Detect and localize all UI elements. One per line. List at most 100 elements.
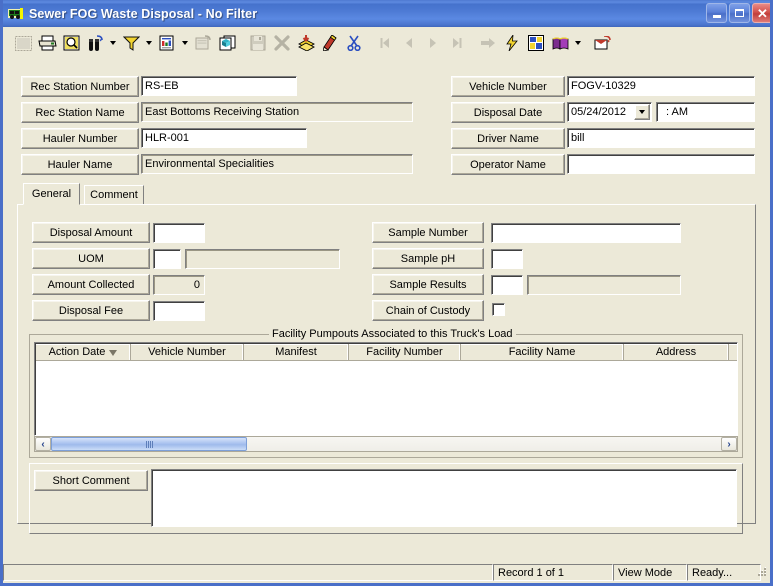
window-controls: ✕ <box>706 3 770 23</box>
scrollbar-track[interactable] <box>247 437 721 451</box>
sample-results-code-input[interactable] <box>491 275 523 295</box>
grid-column-address[interactable]: Address <box>624 344 729 361</box>
next-record-icon[interactable] <box>421 31 445 55</box>
facility-pumpouts-grid[interactable]: Action Date Vehicle Number Manifest Faci… <box>34 342 738 436</box>
scrollbar-grip-icon <box>145 440 153 448</box>
sample-number-label[interactable]: Sample Number <box>372 222 484 243</box>
sample-results-label[interactable]: Sample Results <box>372 274 484 295</box>
scroll-right-glyph: › <box>727 438 731 450</box>
find-icon[interactable] <box>83 31 107 55</box>
select-all-icon[interactable] <box>11 31 35 55</box>
grid-column-facility-number-label: Facility Number <box>366 346 443 358</box>
disposal-fee-label[interactable]: Disposal Fee <box>32 300 150 321</box>
short-comment-textarea[interactable] <box>151 469 737 527</box>
resize-grip-icon[interactable] <box>754 566 768 580</box>
close-button[interactable]: ✕ <box>752 3 770 23</box>
vehicle-number-label[interactable]: Vehicle Number <box>451 76 565 97</box>
driver-name-input[interactable]: bill <box>567 128 755 148</box>
operator-name-label[interactable]: Operator Name <box>451 154 565 175</box>
cut-icon[interactable] <box>342 31 366 55</box>
grid-column-manifest[interactable]: Manifest <box>244 344 349 361</box>
grid-column-vehicle-number[interactable]: Vehicle Number <box>131 344 244 361</box>
disposal-amount-input[interactable] <box>153 223 205 243</box>
tab-strip: General Comment <box>17 183 756 205</box>
export-icon[interactable] <box>191 31 215 55</box>
uom-label[interactable]: UOM <box>32 248 150 269</box>
quick-action-icon[interactable] <box>500 31 524 55</box>
edit-icon[interactable] <box>318 31 342 55</box>
chain-of-custody-label[interactable]: Chain of Custody <box>372 300 484 321</box>
sample-number-input[interactable] <box>491 223 681 243</box>
layout-icon[interactable] <box>524 31 548 55</box>
filter-icon[interactable] <box>119 31 143 55</box>
disposal-date-label[interactable]: Disposal Date <box>451 102 565 123</box>
report-dropdown-arrow[interactable] <box>179 32 191 55</box>
maximize-button[interactable] <box>729 3 750 23</box>
amount-collected-input[interactable]: 0 <box>153 275 205 295</box>
facility-pumpouts-group-title: Facility Pumpouts Associated to this Tru… <box>269 328 516 340</box>
short-comment-label[interactable]: Short Comment <box>34 470 148 491</box>
amount-collected-label[interactable]: Amount Collected <box>32 274 150 295</box>
disposal-time-input[interactable]: : AM <box>656 102 755 122</box>
first-record-icon[interactable] <box>373 31 397 55</box>
grid-body-empty[interactable] <box>36 361 737 435</box>
report-icon[interactable] <box>155 31 179 55</box>
exit-icon[interactable] <box>591 31 615 55</box>
title-bar[interactable]: Sewer FOG Waste Disposal - No Filter ✕ <box>3 0 770 27</box>
hauler-number-input[interactable]: HLR-001 <box>141 128 307 148</box>
disposal-fee-input[interactable] <box>153 301 205 321</box>
application-truck-icon <box>8 6 24 22</box>
rec-station-name-input[interactable]: East Bottoms Receiving Station <box>141 102 413 122</box>
print-icon[interactable] <box>35 31 59 55</box>
help-book-icon[interactable] <box>548 31 572 55</box>
rec-station-name-label[interactable]: Rec Station Name <box>21 102 139 123</box>
rec-station-number-input[interactable]: RS-EB <box>141 76 297 96</box>
rec-station-number-label[interactable]: Rec Station Number <box>21 76 139 97</box>
hauler-name-input[interactable]: Environmental Specialities <box>141 154 413 174</box>
scroll-right-arrow-icon[interactable]: › <box>721 437 737 451</box>
hauler-name-label[interactable]: Hauler Name <box>21 154 139 175</box>
grid-horizontal-scrollbar[interactable]: ‹ › <box>34 436 738 452</box>
grid-column-facility-name[interactable]: Facility Name <box>461 344 624 361</box>
delete-icon[interactable] <box>270 31 294 55</box>
hauler-number-label[interactable]: Hauler Number <box>21 128 139 149</box>
add-record-icon[interactable] <box>294 31 318 55</box>
disposal-date-dropdown-button[interactable] <box>634 104 650 120</box>
save-icon[interactable] <box>246 31 270 55</box>
group-border-left <box>29 334 269 335</box>
operator-name-input[interactable] <box>567 154 755 174</box>
grid-column-facility-number[interactable]: Facility Number <box>349 344 461 361</box>
goto-record-icon[interactable] <box>476 31 500 55</box>
grid-column-action-date[interactable]: Action Date <box>36 344 131 361</box>
tab-general[interactable]: General <box>23 183 80 205</box>
sample-ph-label[interactable]: Sample pH <box>372 248 484 269</box>
grid-header-row: Action Date Vehicle Number Manifest Faci… <box>36 344 737 361</box>
grid-column-action-date-label: Action Date <box>48 346 106 358</box>
tab-comment[interactable]: Comment <box>84 185 144 205</box>
previous-record-icon[interactable] <box>397 31 421 55</box>
sample-ph-input[interactable] <box>491 249 523 269</box>
chain-of-custody-checkbox[interactable] <box>492 303 505 316</box>
uom-description-input[interactable] <box>185 249 340 269</box>
scrollbar-thumb[interactable] <box>51 437 247 451</box>
sort-descending-icon <box>109 350 118 356</box>
print-preview-icon[interactable] <box>59 31 83 55</box>
uom-code-input[interactable] <box>153 249 181 269</box>
status-left-spacer <box>3 564 493 581</box>
grid-column-manifest-label: Manifest <box>275 346 317 358</box>
filter-dropdown-arrow[interactable] <box>143 32 155 55</box>
minimize-button[interactable] <box>706 3 727 23</box>
driver-name-label[interactable]: Driver Name <box>451 128 565 149</box>
help-dropdown-arrow[interactable] <box>572 32 584 55</box>
form-client-area: Rec Station Number RS-EB Rec Station Nam… <box>3 59 770 562</box>
copy-record-icon[interactable] <box>215 31 239 55</box>
find-dropdown-arrow[interactable] <box>107 32 119 55</box>
last-record-icon[interactable] <box>445 31 469 55</box>
sample-results-description-input[interactable] <box>527 275 681 295</box>
scroll-left-arrow-icon[interactable]: ‹ <box>35 437 51 451</box>
status-bar: Record 1 of 1 View Mode Ready... <box>3 562 770 583</box>
vehicle-number-input[interactable]: FOGV-10329 <box>567 76 755 96</box>
disposal-amount-label[interactable]: Disposal Amount <box>32 222 150 243</box>
main-toolbar <box>3 27 770 59</box>
grid-column-partial[interactable]: C <box>729 344 737 361</box>
